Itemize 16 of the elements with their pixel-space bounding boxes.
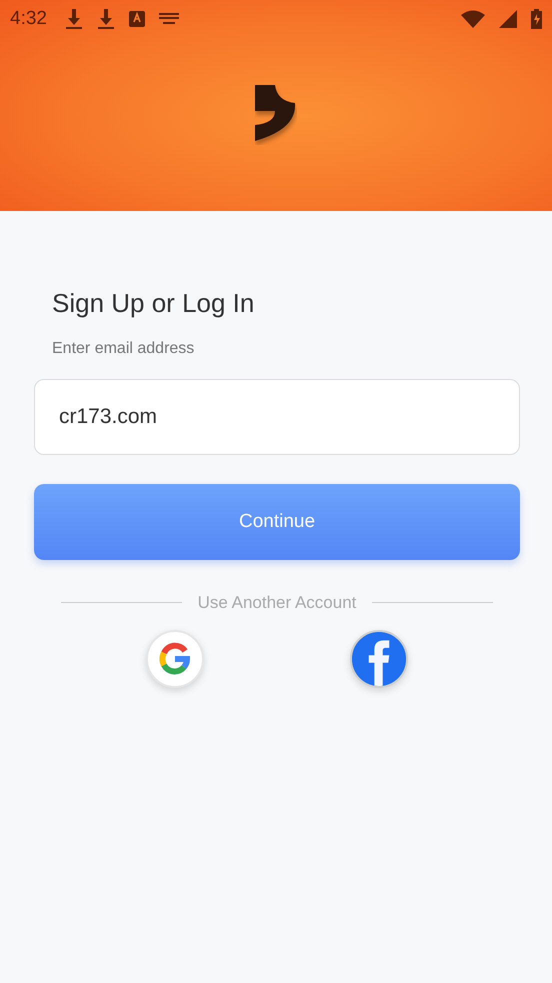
signal-icon <box>499 10 517 28</box>
keyboard-icon <box>158 13 179 25</box>
divider-text: Use Another Account <box>198 592 356 614</box>
status-time: 4:32 <box>10 6 47 31</box>
download-icon <box>96 8 115 30</box>
field-label: Enter email address <box>52 339 196 359</box>
wifi-icon <box>461 10 485 28</box>
page-title: Sign Up or Log In <box>52 287 256 320</box>
google-login-button[interactable] <box>146 630 204 688</box>
download-icon <box>64 8 83 30</box>
battery-charging-icon <box>531 9 542 29</box>
google-logo-icon <box>158 642 192 676</box>
facebook-logo-icon <box>352 632 406 686</box>
email-field[interactable]: cr173.com <box>34 379 520 455</box>
facebook-login-button[interactable] <box>350 630 408 688</box>
keyboard-input-icon <box>128 11 145 27</box>
